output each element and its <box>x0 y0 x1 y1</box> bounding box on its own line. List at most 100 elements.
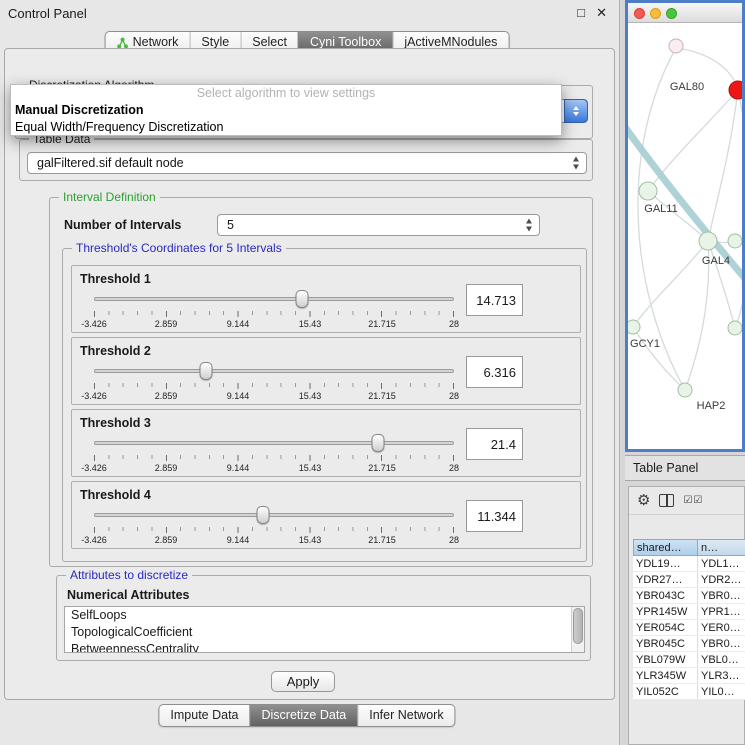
columns-icon[interactable] <box>659 494 674 507</box>
threshold-3-value-field[interactable]: 21.4 <box>466 428 523 460</box>
tab-infer-network[interactable]: Infer Network <box>357 705 454 726</box>
cell-name[interactable]: YER0… <box>698 620 745 635</box>
up-arrow-icon <box>573 157 579 162</box>
cell-shared-name[interactable]: YDL19… <box>633 556 698 571</box>
tab-discretize-data[interactable]: Discretize Data <box>250 705 358 726</box>
threshold-2-value-field[interactable]: 6.316 <box>466 356 523 388</box>
cell-shared-name[interactable]: YPR145W <box>633 604 698 619</box>
number-of-intervals-combobox[interactable]: 5 <box>217 214 540 236</box>
dropdown-option-equal-width-frequency[interactable]: Equal Width/Frequency Discretization <box>11 119 561 136</box>
table-row[interactable]: YPR145W YPR1… <box>633 604 745 620</box>
cell-shared-name[interactable]: YLR345W <box>633 668 698 683</box>
network-node[interactable] <box>628 320 640 334</box>
cell-name[interactable]: YIL0… <box>698 684 745 699</box>
threshold-1-label: Threshold 1 <box>80 272 151 286</box>
table-row[interactable]: YBR043C YBR0… <box>633 588 745 604</box>
slider-handle[interactable] <box>257 506 270 524</box>
network-node[interactable] <box>699 232 717 250</box>
network-node[interactable] <box>669 39 683 53</box>
select-columns-icon[interactable]: ☑☑ <box>683 495 703 506</box>
selected-network-node[interactable] <box>729 81 742 99</box>
close-icon[interactable]: ✕ <box>596 5 607 21</box>
cell-name[interactable]: YDR2… <box>698 572 745 587</box>
scrollbar-thumb[interactable] <box>573 608 583 644</box>
threshold-1-slider[interactable]: -3.426 2.859 9.144 15.43 21.715 28 <box>94 290 454 332</box>
down-arrow-icon <box>526 227 532 232</box>
table-data-combobox[interactable]: galFiltered.sif default node <box>27 152 587 174</box>
table-panel-title: Table Panel <box>625 461 698 475</box>
combobox-arrows-icon[interactable] <box>564 99 588 123</box>
network-view-window[interactable]: GAL80 GAL11 GAL4 GCY1 HAP2 <box>625 0 745 452</box>
apply-button[interactable]: Apply <box>271 671 335 692</box>
table-row[interactable]: YER054C YER0… <box>633 620 745 636</box>
scale-tick-label: 15.43 <box>299 463 322 473</box>
slider-scale: -3.426 2.859 9.144 15.43 21.715 28 <box>94 463 454 474</box>
table-row[interactable]: YLR345W YLR3… <box>633 668 745 684</box>
threshold-2-box: Threshold 2 -3.426 2.859 9.144 15.43 21.… <box>71 337 581 405</box>
threshold-1-value-field[interactable]: 14.713 <box>466 284 523 316</box>
table-row[interactable]: YDR27… YDR2… <box>633 572 745 588</box>
slider-track[interactable] <box>94 297 454 301</box>
threshold-4-value-field[interactable]: 11.344 <box>466 500 523 532</box>
cell-name[interactable]: YLR3… <box>698 668 745 683</box>
zoom-traffic-light[interactable] <box>666 8 677 19</box>
tab-impute-data-label: Impute Data <box>170 705 238 726</box>
scale-tick-label: 15.43 <box>299 391 322 401</box>
slider-handle[interactable] <box>199 362 212 380</box>
slider-track[interactable] <box>94 369 454 373</box>
cell-shared-name[interactable]: YER054C <box>633 620 698 635</box>
table-row[interactable]: YDL19… YDL1… <box>633 556 745 572</box>
network-node-label: GCY1 <box>630 338 660 350</box>
cell-shared-name[interactable]: YDR27… <box>633 572 698 587</box>
numerical-attributes-list[interactable]: SelfLoops TopologicalCoefficient Between… <box>64 606 585 653</box>
stepper-icon[interactable] <box>571 157 581 170</box>
table-row[interactable]: YIL052C YIL0… <box>633 684 745 700</box>
list-scrollbar[interactable] <box>571 607 584 652</box>
float-window-icon[interactable]: □ <box>577 5 585 20</box>
cell-name[interactable]: YDL1… <box>698 556 745 571</box>
close-traffic-light[interactable] <box>634 8 645 19</box>
slider-scale: -3.426 2.859 9.144 15.43 21.715 28 <box>94 391 454 402</box>
threshold-3-slider[interactable]: -3.426 2.859 9.144 15.43 21.715 28 <box>94 434 454 476</box>
cell-shared-name[interactable]: YBL079W <box>633 652 698 667</box>
gear-icon[interactable]: ⚙ <box>637 493 650 508</box>
dropdown-option-manual-discretization[interactable]: Manual Discretization <box>11 102 561 119</box>
cell-shared-name[interactable]: YBR043C <box>633 588 698 603</box>
column-header-name[interactable]: n… <box>698 539 745 556</box>
slider-scale: -3.426 2.859 9.144 15.43 21.715 28 <box>94 535 454 546</box>
slider-handle[interactable] <box>372 434 385 452</box>
slider-track[interactable] <box>94 441 454 445</box>
column-header-shared-name[interactable]: shared… <box>633 539 698 556</box>
slider-track[interactable] <box>94 513 454 517</box>
cell-name[interactable]: YBL0… <box>698 652 745 667</box>
list-item[interactable]: TopologicalCoefficient <box>65 624 584 641</box>
thresholds-coordinates-group: Threshold's Coordinates for 5 Intervals … <box>62 248 587 562</box>
table-row[interactable]: YBR045C YBR0… <box>633 636 745 652</box>
algorithm-dropdown-popup: Select algorithm to view settings Manual… <box>10 84 562 136</box>
cell-shared-name[interactable]: YIL052C <box>633 684 698 699</box>
network-node[interactable] <box>728 234 742 248</box>
cyni-bottom-tab-bar: Impute Data Discretize Data Infer Networ… <box>158 704 455 727</box>
stepper-icon[interactable] <box>524 219 534 232</box>
network-node[interactable] <box>678 383 692 397</box>
minimize-traffic-light[interactable] <box>650 8 661 19</box>
table-row[interactable]: YBL079W YBL0… <box>633 652 745 668</box>
slider-handle[interactable] <box>295 290 308 308</box>
threshold-3-box: Threshold 3 -3.426 2.859 9.144 15.43 21.… <box>71 409 581 477</box>
cell-shared-name[interactable]: YBR045C <box>633 636 698 651</box>
network-node[interactable] <box>639 182 657 200</box>
network-node[interactable] <box>728 321 742 335</box>
threshold-2-slider[interactable]: -3.426 2.859 9.144 15.43 21.715 28 <box>94 362 454 404</box>
cell-name[interactable]: YBR0… <box>698 636 745 651</box>
scale-tick-label: 15.43 <box>299 535 322 545</box>
threshold-4-slider[interactable]: -3.426 2.859 9.144 15.43 21.715 28 <box>94 506 454 548</box>
network-canvas[interactable]: GAL80 GAL11 GAL4 GCY1 HAP2 <box>628 24 742 449</box>
scale-tick-label: 21.715 <box>368 391 396 401</box>
down-arrow-icon <box>573 165 579 170</box>
cell-name[interactable]: YBR0… <box>698 588 745 603</box>
tab-impute-data[interactable]: Impute Data <box>159 705 249 726</box>
threshold-1-box: Threshold 1 -3.426 2.859 9.144 15.43 21.… <box>71 265 581 333</box>
list-item[interactable]: BetweennessCentrality <box>65 641 584 653</box>
cell-name[interactable]: YPR1… <box>698 604 745 619</box>
list-item[interactable]: SelfLoops <box>65 607 584 624</box>
